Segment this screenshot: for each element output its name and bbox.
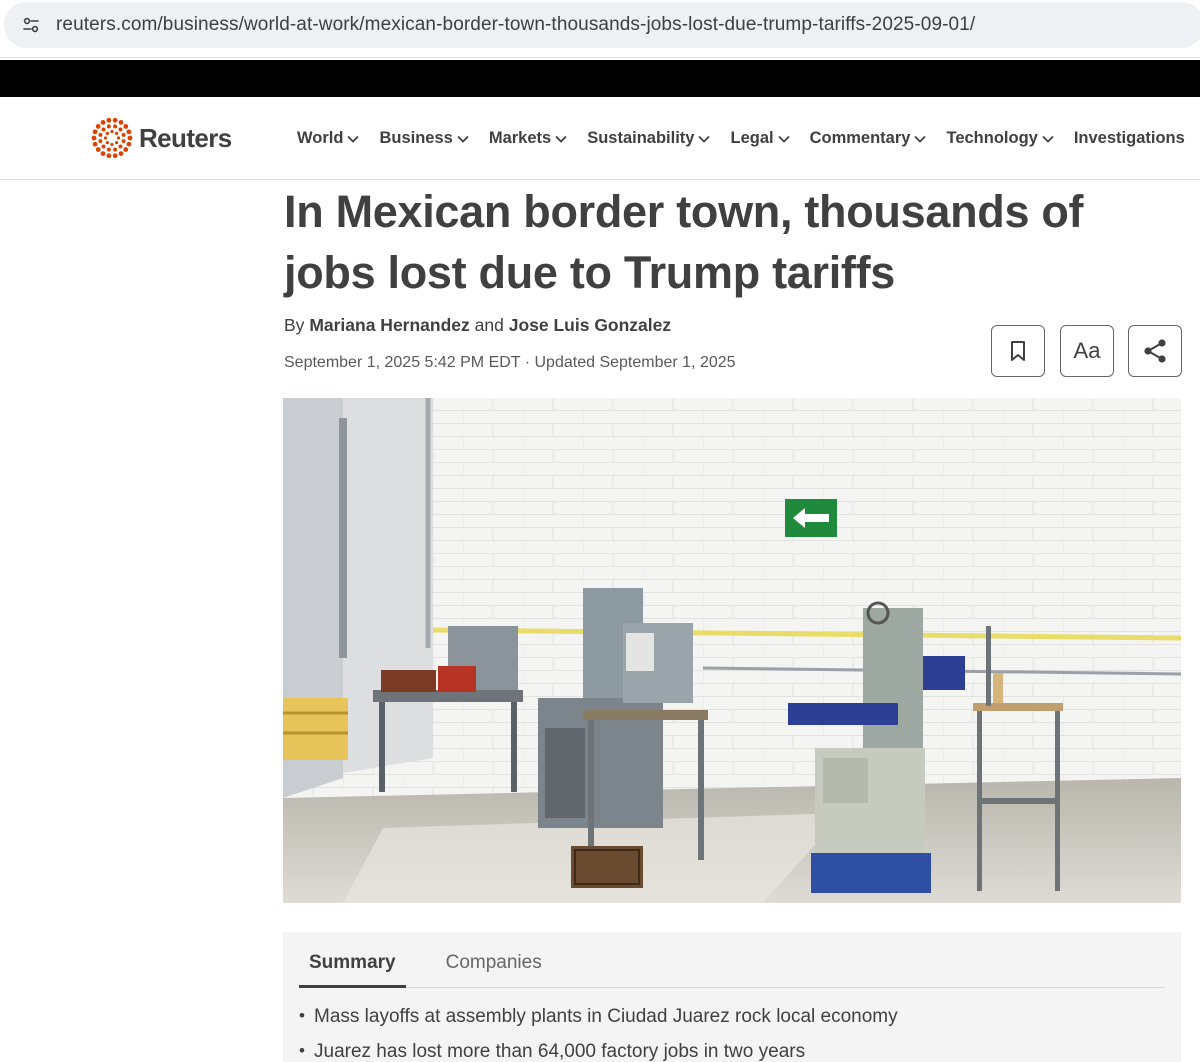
logo-dot — [114, 131, 119, 136]
logo-dot — [101, 127, 106, 132]
tab-companies[interactable]: Companies — [436, 952, 552, 988]
logo-dot — [126, 129, 132, 135]
chevron-down-icon — [347, 135, 360, 143]
text-size-label: Aa — [1073, 338, 1101, 363]
logo-dot — [110, 142, 114, 147]
logo-dot — [112, 117, 118, 123]
summary-box: Summary Companies Mass layoffs at assemb… — [283, 932, 1181, 1062]
reuters-logo-icon — [91, 117, 133, 159]
logo-dot — [91, 135, 97, 141]
logo-dot — [113, 124, 118, 129]
bookmark-button[interactable] — [991, 325, 1045, 377]
reuters-logo[interactable]: Reuters — [90, 117, 232, 159]
tab-summary[interactable]: Summary — [299, 952, 406, 988]
logo-dot — [113, 147, 118, 152]
nav-item-legal[interactable]: Legal — [730, 129, 790, 148]
logo-dot — [95, 124, 101, 129]
logo-dot — [123, 124, 129, 129]
chevron-down-icon — [457, 135, 469, 143]
nav-item-technology[interactable]: Technology — [946, 129, 1054, 148]
summary-bullet: Juarez has lost more than 64,000 factory… — [299, 1041, 898, 1062]
chevron-down-icon — [555, 135, 567, 143]
logo-dot — [126, 141, 132, 147]
logo-dot — [116, 136, 121, 140]
nav-label: Technology — [946, 129, 1038, 147]
logo-dot — [118, 144, 123, 149]
logo-dot — [105, 140, 110, 145]
main-nav: World Business Markets Sustainability Le… — [297, 97, 1200, 180]
logo-dot — [100, 120, 106, 125]
nav-item-sustainability[interactable]: Sustainability — [587, 129, 711, 148]
logo-text: Reuters — [139, 122, 232, 153]
text-size-button[interactable]: Aa — [1060, 325, 1114, 377]
site-header: Reuters World Business Markets Sustainab… — [0, 97, 1200, 180]
byline-and: and — [474, 315, 504, 335]
summary-tabs: Summary Companies — [299, 952, 1165, 988]
logo-dot — [92, 141, 98, 147]
logo-dot — [98, 132, 103, 137]
logo-dot — [100, 151, 106, 156]
logo-dot — [106, 153, 112, 159]
share-icon — [1144, 339, 1166, 363]
logo-dot — [118, 127, 123, 132]
bookmark-icon — [1011, 341, 1025, 361]
summary-bullet: Mass layoffs at assembly plants in Ciuda… — [299, 1006, 898, 1028]
site-info-icon[interactable] — [14, 8, 48, 42]
logo-dot — [112, 153, 118, 159]
nav-label: Commentary — [809, 129, 911, 147]
logo-dot — [101, 144, 106, 149]
article-dateline: September 1, 2025 5:42 PM EDT · Updated … — [284, 354, 736, 371]
share-button[interactable] — [1128, 325, 1182, 377]
logo-dot — [106, 117, 112, 123]
nav-item-commentary[interactable]: Commentary — [810, 129, 927, 148]
nav-label: Business — [379, 129, 453, 147]
summary-bullets: Mass layoffs at assembly plants in Ciuda… — [299, 1006, 898, 1062]
nav-label: Legal — [730, 129, 774, 147]
logo-dot — [114, 140, 119, 145]
nav-label: Sustainability — [587, 129, 695, 147]
nav-label: Markets — [488, 129, 552, 147]
nav-item-business[interactable]: Business — [379, 129, 469, 148]
logo-dot — [103, 136, 108, 140]
logo-dot — [92, 129, 98, 135]
chevron-down-icon — [914, 135, 927, 143]
nav-label: Investigations — [1073, 129, 1185, 147]
chevron-down-icon — [698, 135, 711, 143]
article-headline: In Mexican border town, thousands of job… — [284, 186, 1084, 298]
logo-dot — [123, 147, 129, 152]
logo-dot — [95, 147, 101, 152]
factory-photo — [283, 398, 1181, 903]
byline-prefix: By — [284, 315, 305, 335]
logo-dot — [121, 139, 126, 144]
chevron-down-icon — [1042, 135, 1054, 143]
logo-dot — [127, 135, 133, 141]
chevron-down-icon — [777, 135, 790, 143]
url-text: reuters.com/business/world-at-work/mexic… — [56, 14, 976, 35]
browser-address-bar: reuters.com/business/world-at-work/mexic… — [0, 0, 1200, 58]
nav-item-investigations[interactable]: Investigations — [1074, 129, 1185, 148]
logo-dot — [106, 147, 111, 152]
logo-dot — [118, 151, 124, 156]
logo-dot — [105, 131, 110, 136]
nav-label: World — [297, 129, 344, 147]
url-field[interactable]: reuters.com/business/world-at-work/mexic… — [4, 2, 1200, 48]
top-banner-strip — [0, 60, 1200, 97]
article-photo[interactable] — [283, 398, 1181, 903]
logo-dot — [98, 139, 103, 144]
logo-dot — [118, 120, 124, 125]
logo-dot — [106, 124, 111, 129]
logo-dot — [121, 132, 126, 137]
author-link[interactable]: Jose Luis Gonzalez — [509, 315, 671, 335]
nav-item-world[interactable]: World — [297, 129, 360, 148]
author-link[interactable]: Mariana Hernandez — [309, 315, 469, 335]
byline: By Mariana Hernandez and Jose Luis Gonza… — [284, 315, 671, 336]
logo-dot — [110, 129, 114, 134]
nav-item-markets[interactable]: Markets — [489, 129, 567, 148]
